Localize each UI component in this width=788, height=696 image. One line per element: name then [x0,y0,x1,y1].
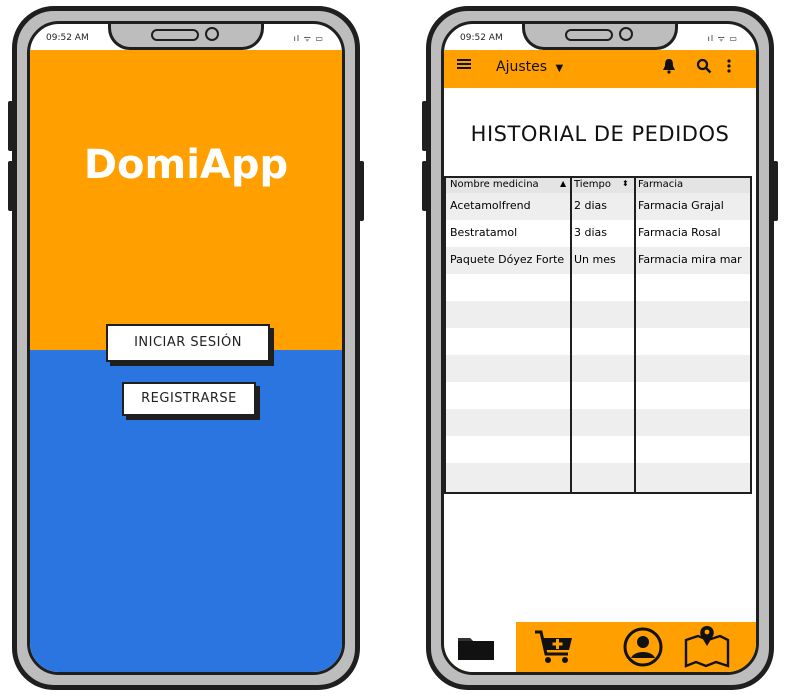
table-row-empty [446,382,750,409]
table-row[interactable]: Paquete Dóyez Forte Un mes Farmacia mira… [446,247,750,274]
nav-cart[interactable] [516,622,588,672]
column-header-label: Farmacia [638,179,684,190]
column-divider [570,178,572,492]
column-header-time[interactable]: Tiempo ⬍ [574,179,634,190]
phone-side-button [422,161,427,211]
column-header-label: Tiempo [574,179,611,190]
status-icons: ıl ᯤ ▭ [707,34,738,43]
status-time: 09:52 AM [46,33,89,43]
app-logo-text: DomiApp [83,142,289,188]
map-pin-icon [682,624,732,672]
login-header-area [30,50,342,350]
notch [522,24,678,50]
more-vertical-icon[interactable] [726,58,732,78]
table-row[interactable]: Acetamolfrend 2 dias Farmacia Grajal [446,193,750,220]
top-app-bar: Ajustes ▼ [444,50,756,88]
cell-time: 2 dias [574,199,608,212]
column-header-medicine[interactable]: Nombre medicina ▲ [450,179,570,190]
page-title: HISTORIAL DE PEDIDOS [470,122,730,146]
status-icons: ıl ᯤ ▭ [293,34,324,43]
settings-dropdown-label: Ajustes [496,59,548,75]
cell-pharmacy: Farmacia Grajal [638,199,724,212]
cell-medicine: Acetamolfrend [450,199,531,212]
table-row-empty [446,409,750,436]
sort-icon: ⬍ [622,179,629,188]
phone-side-button [8,101,13,151]
table-row-empty [446,274,750,301]
cell-medicine: Bestratamol [450,226,518,239]
speaker [151,29,199,41]
column-divider [634,178,636,492]
cell-pharmacy: Farmacia mira mar [638,253,742,266]
phone-side-button [8,161,13,211]
phone-side-button [422,101,427,151]
cell-time: Un mes [574,253,616,266]
table-row-empty [446,301,750,328]
cell-time: 3 dias [574,226,608,239]
login-button[interactable]: INICIAR SESIÓN [106,324,270,362]
orders-table: Nombre medicina ▲ Tiempo ⬍ Farmacia Acet… [444,176,752,494]
sort-asc-icon: ▲ [560,179,567,188]
camera [205,27,219,41]
table-row-empty [446,463,750,492]
phone-power-button [359,161,364,221]
screen: 09:52 AM ıl ᯤ ▭ DomiApp INICIAR SESIÓN R… [27,21,345,675]
user-profile-icon [622,626,664,672]
notch [108,24,264,50]
settings-dropdown[interactable]: Ajustes ▼ [496,59,563,75]
cell-pharmacy: Farmacia Rosal [638,226,721,239]
screen: 09:52 AM ıl ᯤ ▭ Ajustes ▼ HISTORIAL DE P… [441,21,759,675]
table-row-empty [446,355,750,382]
folder-icon [456,632,496,666]
hamburger-menu-icon[interactable] [456,56,472,76]
bell-icon[interactable] [662,58,676,78]
table-row[interactable]: Bestratamol 3 dias Farmacia Rosal [446,220,750,247]
speaker [565,29,613,41]
column-header-pharmacy[interactable]: Farmacia [638,179,748,190]
table-row-empty [446,328,750,355]
status-time: 09:52 AM [460,33,503,43]
search-icon[interactable] [696,58,712,78]
phone-login: 09:52 AM ıl ᯤ ▭ DomiApp INICIAR SESIÓN R… [8,6,364,690]
nav-map[interactable] [678,622,750,672]
bottom-navigation [444,622,756,672]
caret-down-icon: ▼ [555,63,564,74]
camera [619,27,633,41]
register-button[interactable]: REGISTRARSE [122,382,256,416]
cart-add-icon [534,628,574,670]
table-row-empty [446,436,750,463]
column-header-label: Nombre medicina [450,179,539,190]
nav-profile[interactable] [604,622,676,672]
nav-folder[interactable] [444,622,516,672]
cell-medicine: Paquete Dóyez Forte [450,253,565,266]
phone-history: 09:52 AM ıl ᯤ ▭ Ajustes ▼ HISTORIAL DE P… [422,6,778,690]
phone-power-button [773,161,778,221]
